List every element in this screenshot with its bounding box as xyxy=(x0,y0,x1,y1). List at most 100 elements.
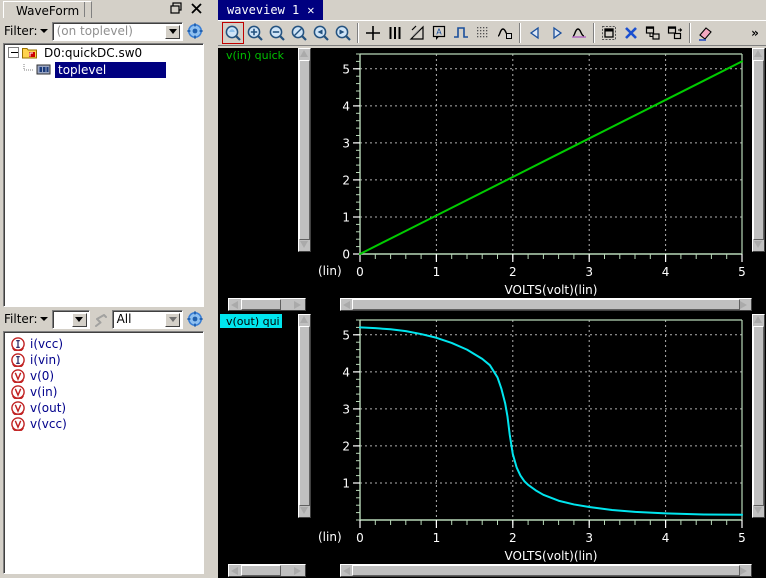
zoom-out-icon[interactable] xyxy=(266,22,288,44)
pin-icon[interactable] xyxy=(94,312,108,327)
label-list-hscrollbar[interactable] xyxy=(228,564,306,577)
tree-node-label: D0:quickDC.sw0 xyxy=(44,45,143,60)
panel-signal-label[interactable]: v(out) qui xyxy=(220,314,282,328)
text-annotation-icon[interactable]: A xyxy=(428,22,450,44)
zoom-previous-icon[interactable] xyxy=(310,22,332,44)
scrollbar-thumb[interactable] xyxy=(241,299,281,310)
scroll-up-arrow-icon[interactable] xyxy=(300,316,309,325)
label-list-vscrollbar[interactable] xyxy=(298,314,311,518)
previous-edge-icon[interactable] xyxy=(524,22,546,44)
scrollbar-thumb[interactable] xyxy=(241,565,281,576)
scroll-right-arrow-icon[interactable] xyxy=(740,301,749,310)
dot-grid-icon[interactable] xyxy=(472,22,494,44)
delete-icon[interactable] xyxy=(620,22,642,44)
slope-measure-icon[interactable] xyxy=(406,22,428,44)
duplicate-panel-icon[interactable] xyxy=(664,22,686,44)
plot-area[interactable]: 1 2 3 4 5 0 1 2 3 4 5 (lin) VOLTS(volt)(lin) xyxy=(314,314,750,564)
dock-splitter[interactable] xyxy=(207,0,218,578)
scroll-left-arrow-icon[interactable] xyxy=(343,567,352,576)
combo-arrow-icon[interactable] xyxy=(165,24,180,39)
waveform-marker-icon[interactable] xyxy=(494,22,516,44)
zoom-area-icon[interactable] xyxy=(288,22,310,44)
plot-vscrollbar[interactable] xyxy=(752,48,765,252)
crosshair-cursor-icon[interactable] xyxy=(362,22,384,44)
current-signal-icon xyxy=(11,353,25,367)
zoom-in-icon[interactable] xyxy=(244,22,266,44)
caret-down-icon[interactable] xyxy=(39,317,48,321)
scrollbar-thumb[interactable] xyxy=(352,565,740,576)
list-item[interactable]: v(in) xyxy=(4,384,203,400)
signal-type-combo[interactable]: All xyxy=(111,309,183,329)
panel-signal-label-area[interactable]: v(out) qui xyxy=(220,314,298,578)
next-edge-icon[interactable] xyxy=(546,22,568,44)
scroll-up-arrow-icon[interactable] xyxy=(300,50,309,59)
signal-type-combo-text: All xyxy=(116,312,132,326)
scrollbar-thumb[interactable] xyxy=(753,60,764,240)
scroll-up-arrow-icon[interactable] xyxy=(754,50,763,59)
panel-layout-icon[interactable] xyxy=(598,22,620,44)
gear-icon[interactable] xyxy=(187,311,203,327)
dock-tab-waveform[interactable]: WaveForm xyxy=(3,1,93,19)
scroll-up-arrow-icon[interactable] xyxy=(754,316,763,325)
svg-text:1: 1 xyxy=(433,265,441,279)
filter-label-top: Filter: xyxy=(4,24,38,38)
close-icon[interactable] xyxy=(190,2,203,15)
scroll-right-arrow-icon[interactable] xyxy=(294,567,303,576)
list-item[interactable]: v(vcc) xyxy=(4,416,203,432)
combo-arrow-icon[interactable] xyxy=(71,312,87,327)
split-panel-icon[interactable] xyxy=(642,22,664,44)
scrollbar-thumb[interactable] xyxy=(299,60,310,240)
vertical-bars-icon[interactable] xyxy=(384,22,406,44)
scroll-down-arrow-icon[interactable] xyxy=(300,507,309,516)
waveform-plot-svg[interactable]: 1 2 3 4 5 0 1 2 3 4 5 (lin) VOLTS(volt)(lin) xyxy=(314,314,750,564)
waveview-toolbar: A » xyxy=(218,20,766,46)
scroll-down-arrow-icon[interactable] xyxy=(754,241,763,250)
eraser-icon[interactable] xyxy=(694,22,716,44)
label-list-hscrollbar[interactable] xyxy=(228,298,306,311)
scrollbar-thumb[interactable] xyxy=(753,326,764,506)
svg-text:1: 1 xyxy=(342,477,350,491)
combo-arrow-icon[interactable] xyxy=(165,312,180,327)
tab-waveview-1[interactable]: waveview 1 ✕ xyxy=(218,0,324,20)
scrollbar-thumb[interactable] xyxy=(352,299,740,310)
restore-icon[interactable] xyxy=(170,2,183,15)
waveform-cursor-icon[interactable] xyxy=(568,22,590,44)
scroll-left-arrow-icon[interactable] xyxy=(231,567,240,576)
label-list-vscrollbar[interactable] xyxy=(298,48,311,252)
plot-hscrollbar[interactable] xyxy=(340,564,752,577)
signal-list-panel[interactable]: i(vcc) i(vin) v(0) v(in) v(out) v(vcc) xyxy=(3,331,204,574)
caret-down-icon[interactable] xyxy=(39,29,48,33)
voltage-signal-icon xyxy=(11,385,25,399)
list-item[interactable]: v(out) xyxy=(4,400,203,416)
tree-row[interactable]: D0:quickDC.sw0 xyxy=(4,44,203,61)
digital-step-icon[interactable] xyxy=(450,22,472,44)
list-item[interactable]: i(vcc) xyxy=(4,336,203,352)
scroll-right-arrow-icon[interactable] xyxy=(740,567,749,576)
plot-hscrollbar[interactable] xyxy=(340,298,752,311)
gear-icon[interactable] xyxy=(187,23,203,39)
plot-area[interactable]: 0 1 2 3 4 5 0 1 2 3 4 5 (lin) VOLTS(volt)(lin) xyxy=(314,48,750,298)
scroll-right-arrow-icon[interactable] xyxy=(294,301,303,310)
zoom-fit-icon[interactable] xyxy=(222,22,244,44)
tree-row[interactable]: toplevel xyxy=(4,61,203,78)
scroll-left-arrow-icon[interactable] xyxy=(231,301,240,310)
signal-filter-combo[interactable] xyxy=(51,309,90,329)
filter-scope-combo[interactable]: (on toplevel) xyxy=(51,21,183,41)
list-item[interactable]: v(0) xyxy=(4,368,203,384)
scroll-down-arrow-icon[interactable] xyxy=(754,507,763,516)
panel-signal-label[interactable]: v(in) quick xyxy=(220,48,298,62)
svg-text:5: 5 xyxy=(738,531,746,545)
current-signal-icon xyxy=(11,337,25,351)
plot-vscrollbar[interactable] xyxy=(752,314,765,518)
tree-expander-icon[interactable] xyxy=(8,47,19,58)
scroll-down-arrow-icon[interactable] xyxy=(300,241,309,250)
panel-signal-label-area[interactable]: v(in) quick xyxy=(220,48,298,312)
scrollbar-thumb[interactable] xyxy=(299,326,310,506)
waveform-plot-svg[interactable]: 0 1 2 3 4 5 0 1 2 3 4 5 (lin) VOLTS(volt)(lin) xyxy=(314,48,750,298)
toolbar-overflow-button[interactable]: » xyxy=(747,24,763,42)
close-icon[interactable]: ✕ xyxy=(307,4,314,16)
zoom-next-icon[interactable] xyxy=(332,22,354,44)
list-item[interactable]: i(vin) xyxy=(4,352,203,368)
design-tree-panel[interactable]: D0:quickDC.sw0 toplevel xyxy=(3,43,204,307)
scroll-left-arrow-icon[interactable] xyxy=(343,301,352,310)
